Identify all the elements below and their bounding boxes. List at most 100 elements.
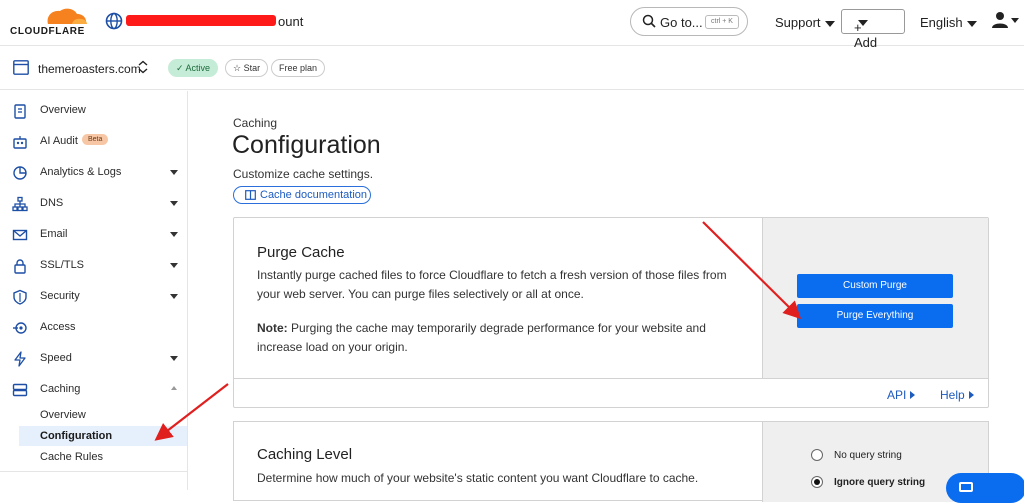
purge-cache-card: Purge Cache Instantly purge cached files… — [233, 217, 989, 408]
caret-right-icon — [968, 391, 974, 399]
sidebar-item-overview[interactable]: Overview — [0, 96, 188, 127]
sidebar-subitem-label: Cache Rules — [40, 451, 103, 463]
book-icon — [245, 190, 256, 200]
sidebar-subitem-configuration[interactable]: Configuration — [19, 426, 187, 446]
star-button[interactable]: ☆ Star — [225, 59, 269, 77]
page-title: Configuration — [232, 131, 381, 159]
radio-ignore-query-string[interactable] — [811, 476, 823, 488]
sidebar-item-email[interactable]: Email — [0, 220, 188, 251]
sidebar-item-analytics[interactable]: Analytics & Logs — [0, 158, 188, 189]
account-name-redacted[interactable] — [126, 15, 276, 26]
sidebar-item-ssl-tls[interactable]: SSL/TLS — [0, 251, 188, 282]
chevron-down-icon — [170, 356, 178, 361]
sidebar-item-label: Overview — [40, 104, 86, 116]
robot-icon — [13, 136, 27, 149]
purge-cache-title: Purge Cache — [257, 244, 345, 261]
chevron-down-icon — [170, 294, 178, 299]
sidebar-item-dns[interactable]: DNS — [0, 189, 188, 220]
caching-level-card: Caching Level Determine how much of your… — [233, 421, 989, 502]
support-label: Support — [775, 15, 821, 30]
breadcrumb[interactable]: Caching — [233, 116, 277, 130]
sidebar-item-label: Security — [40, 290, 80, 302]
cache-documentation-link[interactable]: Cache documentation — [233, 186, 371, 204]
custom-purge-button[interactable]: Custom Purge — [797, 274, 953, 298]
sidebar-item-label: Email — [40, 228, 68, 240]
globe-icon — [105, 12, 123, 30]
sidebar-item-label: SSL/TLS — [40, 259, 85, 271]
shield-icon — [13, 289, 27, 305]
cloudflare-logo[interactable]: CLOUDFLARE — [10, 6, 90, 38]
search-icon — [642, 14, 656, 28]
sidebar: Overview AI Audit Beta Analytics & Logs … — [0, 91, 188, 490]
page-description: Customize cache settings. — [233, 167, 374, 181]
chevron-down-icon — [170, 170, 178, 175]
chevron-down-icon — [824, 20, 835, 27]
support-menu[interactable]: Support — [775, 15, 835, 30]
doc-link-label: Cache documentation — [260, 189, 368, 201]
note-text: Purging the cache may temporarily degrad… — [257, 321, 706, 354]
sidebar-item-security[interactable]: Security — [0, 282, 188, 313]
sidebar-subitem-label: Configuration — [40, 430, 113, 442]
beta-badge: Beta — [82, 134, 109, 145]
pie-chart-icon — [13, 166, 27, 180]
purge-everything-button[interactable]: Purge Everything — [797, 304, 953, 328]
clipboard-icon — [14, 104, 26, 119]
chevron-down-icon — [170, 201, 178, 206]
card-footer-divider — [234, 378, 988, 379]
api-label: API — [887, 388, 907, 402]
sidebar-item-label: Speed — [40, 352, 72, 364]
sidebar-subitem-label: Overview — [40, 409, 86, 421]
purge-actions-panel — [762, 218, 988, 378]
caret-right-icon — [910, 391, 916, 399]
access-icon — [13, 322, 27, 334]
chat-button[interactable] — [946, 473, 1024, 503]
sidebar-item-label: DNS — [40, 197, 64, 209]
status-badge: ✓ Active — [168, 59, 219, 77]
sidebar-subitem-cache-rules[interactable]: Cache Rules — [0, 447, 188, 467]
lock-icon — [14, 259, 26, 274]
chevron-down-icon — [858, 20, 868, 26]
goto-shortcut: ctrl + K — [705, 15, 739, 29]
zone-name: themeroasters.com — [38, 62, 141, 76]
network-icon — [12, 196, 28, 212]
language-label: English — [920, 15, 963, 30]
plan-badge[interactable]: Free plan — [271, 59, 326, 77]
star-icon: ☆ — [233, 63, 244, 73]
check-icon: ✓ — [176, 63, 186, 73]
chevron-down-icon — [170, 232, 178, 237]
sidebar-subitem-overview[interactable]: Overview — [0, 405, 188, 425]
sidebar-item-label: Analytics & Logs — [40, 166, 122, 178]
sidebar-item-caching[interactable]: Caching — [0, 375, 188, 406]
caching-level-description: Determine how much of your website's sta… — [257, 471, 699, 485]
zone-switcher-icon[interactable] — [137, 60, 149, 74]
caching-level-title: Caching Level — [257, 446, 353, 463]
sidebar-item-label: AI Audit — [40, 135, 78, 147]
purge-cache-description: Instantly purge cached files to force Cl… — [257, 268, 727, 301]
server-icon — [12, 383, 28, 397]
language-menu[interactable]: English — [920, 15, 977, 30]
sidebar-divider — [0, 471, 188, 472]
chat-icon — [959, 482, 973, 492]
brand-wordmark: CLOUDFLARE — [10, 26, 85, 37]
radio-label: Ignore query string — [834, 477, 926, 488]
help-label: Help — [940, 388, 965, 402]
help-link[interactable]: Help — [940, 388, 974, 402]
api-link[interactable]: API — [887, 388, 916, 402]
user-icon — [992, 12, 1008, 28]
add-button[interactable]: + Add — [841, 9, 905, 50]
cloud-logo-icon — [47, 8, 87, 24]
goto-search[interactable]: Go to... ctrl + K — [630, 7, 748, 36]
chevron-up-icon — [171, 386, 177, 390]
chevron-down-icon — [170, 263, 178, 268]
sidebar-item-access[interactable]: Access — [0, 313, 188, 344]
star-label: Star — [243, 63, 261, 73]
chevron-down-icon — [966, 20, 977, 27]
sidebar-item-speed[interactable]: Speed — [0, 344, 188, 375]
sidebar-item-ai-audit[interactable]: AI Audit Beta — [0, 127, 188, 158]
radio-label: No query string — [834, 450, 902, 461]
user-menu[interactable] — [992, 11, 1019, 29]
sidebar-item-label: Caching — [40, 383, 81, 395]
purge-cache-note: Note: Purging the cache may temporarily … — [257, 319, 737, 357]
radio-no-query-string[interactable] — [811, 449, 823, 461]
zone-bar: themeroasters.com ✓ Active ☆ Star Free p… — [0, 46, 1024, 90]
